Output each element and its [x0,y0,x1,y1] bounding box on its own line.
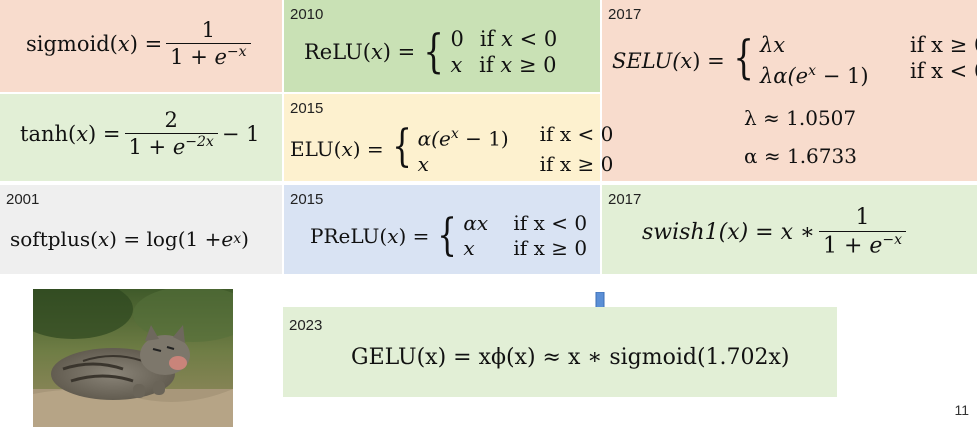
relu-formula: ReLU(x) = { 0 if x < 0 x if x ≥ 0 [304,24,558,78]
tanh-cell: tanh(x) = 21 + e−2x − 1 [0,94,282,181]
elu-formula: ELU(x) = { α(ex − 1) if x < 0 x if x ≥ 0 [290,121,614,176]
tanh-formula: tanh(x) = 21 + e−2x − 1 [20,108,260,160]
softplus-cell: 2001 softplus(x) = log(1 + e x) [0,185,282,274]
selu-year: 2017 [608,6,642,23]
sigmoid-formula: sigmoid(x) = 11 + e−x [26,18,255,70]
gelu-formula: GELU(x) = xϕ(x) ≈ x ∗ sigmoid(1.702x) [351,345,790,370]
relu-cell: 2010 ReLU(x) = { 0 if x < 0 x if x ≥ 0 [284,0,600,92]
sigmoid-cell: sigmoid(x) = 11 + e−x [0,0,282,92]
gelu-cell: 2023 GELU(x) = xϕ(x) ≈ x ∗ sigmoid(1.702… [283,307,837,397]
softplus-year: 2001 [6,191,40,208]
elu-cell: 2015 ELU(x) = { α(ex − 1) if x < 0 x if x … [284,94,613,181]
prelu-formula: PReLU(x) = { αx if x < 0 x if x ≥ 0 [310,210,588,261]
page-number: 11 [954,402,969,418]
prelu-cell: 2015 PReLU(x) = { αx if x < 0 x if x ≥ 0 [284,185,600,274]
cat-photo-icon [33,289,233,427]
prelu-year: 2015 [290,191,324,208]
swish-cell: 2017 swish1(x) = x ∗ 11 + e−x [602,185,977,274]
selu-cell: 2017 SELU(x) = { λxif x ≥ 0 λα(ex − 1)if… [602,0,977,181]
swish-year: 2017 [608,191,642,208]
swish-formula: swish1(x) = x ∗ 11 + e−x [642,205,910,260]
selu-lambda: λ ≈ 1.0507 [744,106,857,130]
selu-formula: SELU(x) = { λxif x ≥ 0 λα(ex − 1)if x < … [612,30,977,88]
softplus-formula: softplus(x) = log(1 + e x) [10,227,249,251]
gelu-year: 2023 [289,317,323,334]
relu-year: 2010 [290,6,324,23]
elu-year: 2015 [290,100,324,117]
selu-alpha: α ≈ 1.6733 [744,144,857,168]
